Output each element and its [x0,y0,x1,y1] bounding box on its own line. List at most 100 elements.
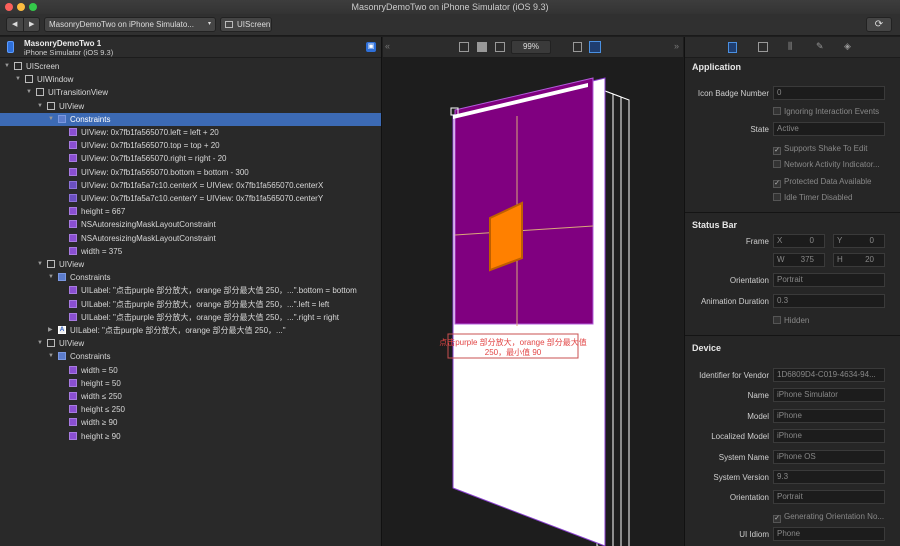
tree-row[interactable]: ▼ UIView [0,337,381,350]
tree-row[interactable]: width = 375 [0,245,381,258]
frame-y-field[interactable]: Y0 [833,234,885,248]
close-window-button[interactable] [5,3,13,11]
vendor-field[interactable]: 1D6809D4-C019-4634-94... [773,368,885,382]
application-section-title: Application [692,62,741,72]
nav-back-forward[interactable]: ◀ ▶ [6,17,40,32]
hidden-checkbox[interactable]: Hidden [773,316,809,325]
tree-row[interactable]: UIView: 0x7fb1fa565070.top = top + 20 [0,139,381,152]
tree-row[interactable]: ▼ Constraints [0,350,381,363]
collapse-left-icon[interactable]: « [385,41,390,51]
target-selector[interactable]: MasonryDemoTwo on iPhone Simulato... ▾ [44,17,216,32]
layers-inspector-icon[interactable]: ◈ [844,41,851,52]
collapse-right-icon[interactable]: » [674,41,679,51]
tree-row[interactable]: ▼ UIView [0,100,381,113]
model-field[interactable]: iPhone [773,409,885,423]
forward-arrow-icon[interactable]: ▶ [29,18,34,31]
disclosure-open-icon[interactable]: ▼ [15,73,21,86]
tree-row[interactable]: ▼ UITransitionView [0,86,381,99]
tree-row[interactable]: ▼ UIScreen [0,60,381,73]
zoom-window-button[interactable] [29,3,37,11]
tree-row[interactable]: height = 50 [0,377,381,390]
minimize-window-button[interactable] [17,3,25,11]
tree-row[interactable]: ▼ UIView [0,258,381,271]
tree-row[interactable]: ▼ Constraints [0,271,381,284]
device-orientation-select[interactable]: Portrait [773,490,885,504]
disclosure-open-icon[interactable]: ▼ [4,60,10,73]
name-field[interactable]: iPhone Simulator [773,388,885,402]
disclosure-open-icon[interactable]: ▼ [48,271,54,284]
ignoring-events-checkbox[interactable]: Ignoring Interaction Events [773,107,879,116]
tree-row[interactable]: UILabel: "点击purple 部分放大，orange 部分最大值 250… [0,298,381,311]
disclosure-open-icon[interactable]: ▼ [26,86,32,99]
tree-row[interactable]: UILabel: "点击purple 部分放大，orange 部分最大值 250… [0,311,381,324]
wireframe-icon[interactable] [495,42,505,52]
zoom-level[interactable]: 99% [511,40,551,54]
frame-w-field[interactable]: W 375 [773,253,825,267]
tree-row[interactable]: UIView: 0x7fb1fa565070.right = right - 2… [0,152,381,165]
anim-duration-field[interactable]: 0.3 [773,294,885,308]
tree-row-label: UIView: 0x7fb1fa565070.bottom = bottom -… [81,167,249,177]
tree-row[interactable]: UIView: 0x7fb1fa565070.left = left + 20 [0,126,381,139]
disclosure-open-icon[interactable]: ▼ [37,100,43,113]
purple-view[interactable] [454,77,594,325]
breadcrumb[interactable]: UIScreen [220,17,272,32]
disclosure-closed-icon[interactable]: ▶ [48,324,53,337]
filter-icon[interactable]: ▣ [366,42,376,52]
constraint-icon [69,312,77,321]
tree-row[interactable]: ▶ A UILabel: "点击purple 部分放大，orange 部分最大值 2… [0,324,381,337]
icon-badge-field[interactable]: 0 [773,86,885,100]
constraint-icon [69,431,77,440]
view-icon [36,88,44,97]
state-label: State [750,125,769,134]
frame-h-field[interactable]: H 20 [833,253,885,267]
network-checkbox[interactable]: Network Activity Indicator... [773,160,880,169]
size-inspector-icon[interactable]: ✎ [816,41,824,52]
refresh-button[interactable]: ⟳ [866,17,892,32]
tree-row[interactable]: UILabel: "点击purple 部分放大，orange 部分最大值 250… [0,284,381,297]
lmodel-field[interactable]: iPhone [773,429,885,443]
state-select[interactable]: Active [773,122,885,136]
attributes-inspector-icon[interactable]: ⫼ [788,41,792,52]
process-header: MasonryDemoTwo 1 iPhone Simulator (iOS 9… [0,37,381,58]
disclosure-open-icon[interactable]: ▼ [37,337,43,350]
protected-checkbox[interactable]: ✓ Protected Data Available [773,177,871,188]
sysver-label: System Version [713,473,769,482]
inspector-tabs: ⫼ ✎ ◈ [685,37,900,58]
sysname-field[interactable]: iPhone OS [773,450,885,464]
view-debugger-canvas[interactable]: « 99% » 点击purple 部分放大，orange 部分最大值 250，最… [383,37,683,546]
tree-row[interactable]: UIView: 0x7fb1fa5a7c10.centerY = UIView:… [0,192,381,205]
shake-checkbox[interactable]: ✓ Supports Shake To Edit [773,144,867,155]
sb-orientation-select[interactable]: Portrait [773,273,885,287]
tree-row[interactable]: NSAutoresizingMaskLayoutConstraint [0,218,381,231]
tree-row[interactable]: width ≥ 90 [0,416,381,429]
orient-icon[interactable] [573,42,582,52]
tree-row[interactable]: ▼ UIWindow [0,73,381,86]
show-frames-icon[interactable] [477,42,487,52]
ui-idiom-select[interactable]: Phone [773,527,885,541]
tree-row[interactable]: ▼ Constraints [0,112,381,126]
tree-row[interactable]: NSAutoresizingMaskLayoutConstraint [0,232,381,245]
object-inspector-icon[interactable] [758,42,768,52]
tree-row[interactable]: width ≤ 250 [0,390,381,403]
tree-row[interactable]: width = 50 [0,364,381,377]
view-icon [25,75,33,84]
tree-row[interactable]: height = 667 [0,205,381,218]
back-arrow-icon[interactable]: ◀ [12,18,17,31]
3d-view-icon[interactable] [589,41,601,53]
tree-row[interactable]: height ≥ 90 [0,430,381,443]
constraints-group-icon [58,114,66,123]
frame-x-field[interactable]: X0 [773,234,825,248]
clipping-toggle-icon[interactable] [459,42,469,52]
tree-row[interactable]: UIView: 0x7fb1fa565070.bottom = bottom -… [0,166,381,179]
constraint-icon [69,418,77,427]
disclosure-open-icon[interactable]: ▼ [48,113,54,126]
tree-row[interactable]: height ≤ 250 [0,403,381,416]
sysver-field[interactable]: 9.3 [773,470,885,484]
disclosure-open-icon[interactable]: ▼ [48,350,54,363]
disclosure-open-icon[interactable]: ▼ [37,258,43,271]
idle-checkbox[interactable]: Idle Timer Disabled [773,193,852,202]
file-inspector-icon[interactable] [728,42,737,53]
tree-row[interactable]: UIView: 0x7fb1fa5a7c10.centerX = UIView:… [0,179,381,192]
tree-row-label: height = 50 [81,378,121,388]
gen-orientation-checkbox[interactable]: ✓ Generating Orientation No... [773,512,884,523]
